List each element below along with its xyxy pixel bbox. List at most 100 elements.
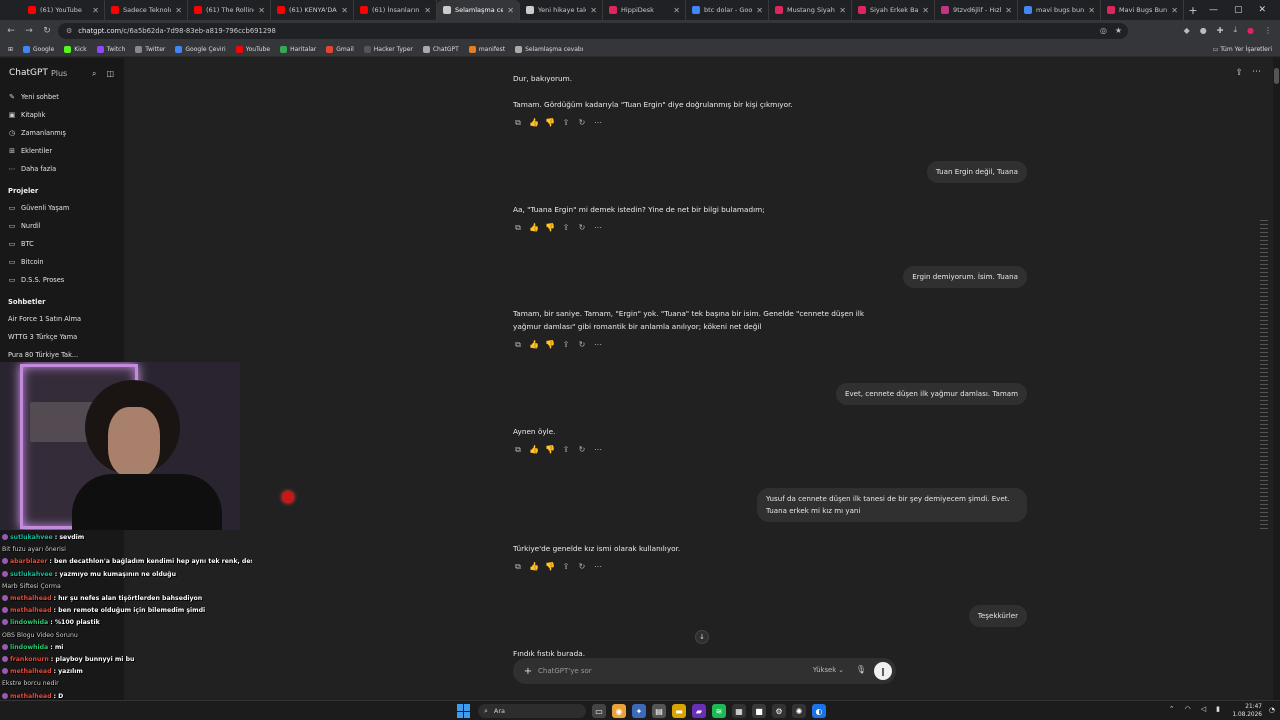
more-icon[interactable]: ⋯ bbox=[593, 118, 603, 128]
all-bookmarks-button[interactable]: ▭ Tüm Yer İşaretleri bbox=[1213, 46, 1272, 53]
wifi-icon[interactable]: ◠ bbox=[1185, 705, 1191, 713]
sidebar-item[interactable]: ▣ Kitaplık bbox=[0, 106, 124, 124]
browser-tab[interactable]: (61) YouTube ✕ bbox=[22, 0, 105, 20]
sidebar-item[interactable]: ◷ Zamanlanmış bbox=[0, 124, 124, 142]
more-icon[interactable]: ⋯ bbox=[593, 223, 603, 233]
puzzle-icon[interactable]: ✚ bbox=[1217, 26, 1224, 35]
bookmark-item[interactable]: ChatGPT bbox=[422, 45, 459, 53]
regenerate-icon[interactable]: ↻ bbox=[577, 223, 587, 233]
bookmark-item[interactable]: Haritalar bbox=[280, 45, 316, 53]
chat-history-item[interactable]: WTTG 3 Türkçe Yama bbox=[0, 328, 124, 346]
share-icon[interactable]: ⇪ bbox=[561, 445, 571, 455]
share-icon[interactable]: ⇪ bbox=[561, 223, 571, 233]
tab-close-icon[interactable]: ✕ bbox=[507, 6, 514, 15]
share-icon[interactable]: ⇪ bbox=[561, 562, 571, 572]
copy-icon[interactable]: ⧉ bbox=[513, 118, 523, 128]
copilot-icon[interactable]: ✦ bbox=[632, 704, 646, 718]
eye-off-icon[interactable]: ◎ bbox=[1100, 26, 1107, 35]
spotify-icon[interactable]: ≋ bbox=[712, 704, 726, 718]
thumbs-up-icon[interactable]: 👍 bbox=[529, 223, 539, 233]
chatgpt-app-icon[interactable]: ✺ bbox=[792, 704, 806, 718]
conversation-minimap[interactable] bbox=[1260, 220, 1268, 529]
sidebar-title[interactable]: ChatGPT bbox=[9, 68, 48, 78]
tab-close-icon[interactable]: ✕ bbox=[341, 6, 348, 15]
tab-close-icon[interactable]: ✕ bbox=[175, 6, 182, 15]
edge-icon[interactable]: ◐ bbox=[812, 704, 826, 718]
browser-tab[interactable]: Yeni hikaye talebi ✕ bbox=[520, 0, 603, 20]
tab-close-icon[interactable]: ✕ bbox=[1005, 6, 1012, 15]
copy-icon[interactable]: ⧉ bbox=[513, 562, 523, 572]
terminal-icon[interactable]: ▦ bbox=[732, 704, 746, 718]
bookmark-item[interactable]: Selamlaşma cevabı bbox=[515, 45, 583, 53]
tab-close-icon[interactable]: ✕ bbox=[258, 6, 265, 15]
thumbs-up-icon[interactable]: 👍 bbox=[529, 445, 539, 455]
site-info-icon[interactable]: ⚙ bbox=[66, 27, 72, 35]
browser-menu-icon[interactable]: ⋮ bbox=[1264, 26, 1272, 35]
browser-tab[interactable]: Mavi Bugs Bunny ✕ bbox=[1101, 0, 1184, 20]
taskbar-search[interactable]: ⌕ Ara bbox=[478, 704, 586, 718]
thumbs-down-icon[interactable]: 👎 bbox=[545, 118, 555, 128]
bookmark-star-icon[interactable]: ★ bbox=[1115, 26, 1122, 35]
sidebar-item[interactable]: ⊞ Eklentiler bbox=[0, 142, 124, 160]
browser-tab[interactable]: Sadece Teknoloji ✕ bbox=[105, 0, 188, 20]
store-icon[interactable]: ▤ bbox=[652, 704, 666, 718]
chrome-icon[interactable]: ◉ bbox=[612, 704, 626, 718]
download-icon[interactable]: ⤓ bbox=[1233, 25, 1237, 35]
file-explorer-icon[interactable]: ▬ bbox=[672, 704, 686, 718]
browser-tab[interactable]: (61) KENYA'DA Ü ✕ bbox=[271, 0, 354, 20]
project-item[interactable]: ▭ BTC bbox=[0, 235, 124, 253]
forward-icon[interactable]: → bbox=[22, 26, 36, 36]
scroll-to-bottom-button[interactable]: ↓ bbox=[695, 630, 709, 644]
url-input[interactable]: ⚙ chatgpt.com/c/6a5b62da-7d98-83eb-a819-… bbox=[58, 23, 1128, 39]
share-icon[interactable]: ⇪ bbox=[561, 340, 571, 350]
bookmark-item[interactable]: YouTube bbox=[235, 45, 270, 53]
clock[interactable]: 21:47 1.08.2026 bbox=[1232, 703, 1262, 719]
project-item[interactable]: ▭ D.S.S. Proses bbox=[0, 271, 124, 289]
browser-tab[interactable]: btc dolar - Googl ✕ bbox=[686, 0, 769, 20]
share-icon[interactable]: ⇪ bbox=[561, 118, 571, 128]
reload-icon[interactable]: ↻ bbox=[40, 26, 54, 36]
apps-grid-icon[interactable]: ⊞ bbox=[8, 46, 13, 53]
share-icon[interactable]: ⇪ bbox=[1235, 68, 1243, 78]
bookmark-item[interactable]: Gmail bbox=[326, 45, 354, 53]
regenerate-icon[interactable]: ↻ bbox=[577, 562, 587, 572]
twitch-icon[interactable]: ▰ bbox=[692, 704, 706, 718]
extension-icon[interactable]: ◆ bbox=[1184, 26, 1190, 35]
thumbs-down-icon[interactable]: 👎 bbox=[545, 223, 555, 233]
tab-close-icon[interactable]: ✕ bbox=[590, 6, 597, 15]
app-icon[interactable]: ■ bbox=[752, 704, 766, 718]
thumbs-up-icon[interactable]: 👍 bbox=[529, 562, 539, 572]
regenerate-icon[interactable]: ↻ bbox=[577, 118, 587, 128]
tab-close-icon[interactable]: ✕ bbox=[1088, 6, 1095, 15]
thumbs-down-icon[interactable]: 👎 bbox=[545, 562, 555, 572]
more-icon[interactable]: ⋯ bbox=[593, 445, 603, 455]
browser-tab[interactable]: (61) İnsanların Ba ✕ bbox=[354, 0, 437, 20]
bookmark-item[interactable]: Kick bbox=[64, 45, 87, 53]
thumbs-down-icon[interactable]: 👎 bbox=[545, 340, 555, 350]
battery-icon[interactable]: ▮ bbox=[1216, 705, 1220, 713]
more-icon[interactable]: ⋯ bbox=[593, 562, 603, 572]
project-item[interactable]: ▭ Bitcoin bbox=[0, 253, 124, 271]
scrollbar-thumb[interactable] bbox=[1274, 68, 1279, 84]
tab-close-icon[interactable]: ✕ bbox=[922, 6, 929, 15]
minimize-icon[interactable]: — bbox=[1209, 5, 1218, 15]
tab-close-icon[interactable]: ✕ bbox=[839, 6, 846, 15]
thumbs-up-icon[interactable]: 👍 bbox=[529, 118, 539, 128]
browser-tab[interactable]: HippiDesk ✕ bbox=[603, 0, 686, 20]
model-selector[interactable]: Yüksek ⌄ bbox=[813, 666, 844, 674]
browser-tab[interactable]: Siyah Erkek Basic ✕ bbox=[852, 0, 935, 20]
project-item[interactable]: ▭ Güvenli Yaşam bbox=[0, 199, 124, 217]
browser-tab[interactable]: mavi bugs bunny ✕ bbox=[1018, 0, 1101, 20]
profile-avatar-icon[interactable]: ● bbox=[1247, 26, 1254, 35]
prompt-input[interactable] bbox=[538, 665, 788, 677]
bookmark-item[interactable]: Hacker Typer bbox=[363, 45, 413, 53]
thumbs-down-icon[interactable]: 👎 bbox=[545, 445, 555, 455]
chevron-up-icon[interactable]: ⌃ bbox=[1169, 705, 1175, 713]
new-tab-button[interactable]: + bbox=[1184, 0, 1202, 20]
maximize-icon[interactable]: ▢ bbox=[1234, 5, 1243, 15]
sidebar-item[interactable]: ✎ Yeni sohbet bbox=[0, 88, 124, 106]
volume-icon[interactable]: ◁ bbox=[1201, 705, 1206, 713]
task-view-icon[interactable]: ▭ bbox=[592, 704, 606, 718]
tab-close-icon[interactable]: ✕ bbox=[673, 6, 680, 15]
copy-icon[interactable]: ⧉ bbox=[513, 223, 523, 233]
